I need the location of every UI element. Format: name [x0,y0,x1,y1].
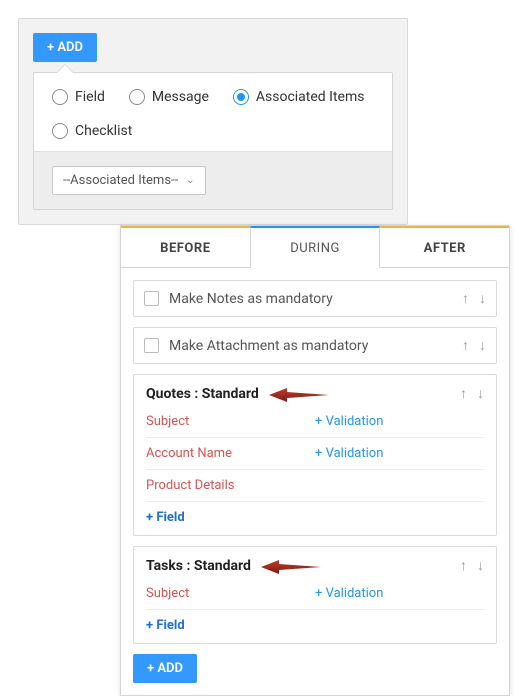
field-label: Subject [146,414,315,429]
notes-mandatory-row: Make Notes as mandatory ↑ ↓ [133,280,497,317]
add-popover-panel: + ADD Field Message Associated Items Che… [18,18,408,225]
radio-checklist[interactable]: Checklist [52,123,132,139]
move-down-icon[interactable]: ↓ [477,557,484,574]
stage-body: Make Notes as mandatory ↑ ↓ Make Attachm… [121,268,509,695]
add-validation-link[interactable]: + Validation [315,586,383,601]
type-radio-group: Field Message Associated Items Checklist [34,73,392,151]
move-down-icon[interactable]: ↓ [479,337,486,354]
move-up-icon[interactable]: ↑ [462,290,469,307]
field-row: Subject + Validation [146,578,484,610]
radio-icon [233,89,249,105]
add-validation-link[interactable]: + Validation [315,414,383,429]
group-tasks: Tasks : Standard ↑ ↓ Subject + Validatio… [133,546,497,644]
add-button-bottom[interactable]: + ADD [133,654,197,683]
move-down-icon[interactable]: ↓ [477,385,484,402]
annotation-arrow-icon [269,387,329,401]
checkbox-attachment[interactable] [144,338,159,353]
move-up-icon[interactable]: ↑ [460,557,467,574]
add-button-top[interactable]: + ADD [33,33,97,62]
radio-label: Field [75,89,105,105]
move-up-icon[interactable]: ↑ [462,337,469,354]
move-down-icon[interactable]: ↓ [479,290,486,307]
tab-after[interactable]: AFTER [380,226,509,268]
checkbox-notes[interactable] [144,291,159,306]
field-label: Product Details [146,478,315,493]
add-popover: Field Message Associated Items Checklist… [33,72,393,210]
field-row: Product Details [146,470,484,502]
radio-icon [129,89,145,105]
radio-label: Checklist [75,123,132,139]
tab-before[interactable]: BEFORE [121,226,250,268]
annotation-arrow-icon [261,559,321,573]
add-field-link[interactable]: + Field [146,610,484,635]
field-row: Subject + Validation [146,406,484,438]
group-title-row: Tasks : Standard ↑ ↓ [146,557,484,574]
stage-tabs: BEFORE DURING AFTER [121,226,509,268]
attachment-mandatory-row: Make Attachment as mandatory ↑ ↓ [133,327,497,364]
select-row: --Associated Items-- ⌄ [34,151,392,209]
field-row: Account Name + Validation [146,438,484,470]
radio-field[interactable]: Field [52,89,105,105]
group-title-row: Quotes : Standard ↑ ↓ [146,385,484,402]
group-title: Quotes : Standard [146,386,259,402]
add-field-link[interactable]: + Field [146,502,484,527]
radio-label: Message [152,89,209,105]
chevron-down-icon: ⌄ [186,175,194,186]
checkbox-label: Make Attachment as mandatory [169,338,368,354]
tab-during[interactable]: DURING [250,226,381,268]
radio-message[interactable]: Message [129,89,209,105]
radio-label: Associated Items [256,89,365,105]
stage-panel: BEFORE DURING AFTER Make Notes as mandat… [120,225,510,696]
radio-icon [52,89,68,105]
field-label: Account Name [146,446,315,461]
move-up-icon[interactable]: ↑ [460,385,467,402]
add-validation-link[interactable]: + Validation [315,446,383,461]
field-label: Subject [146,586,315,601]
associated-items-select[interactable]: --Associated Items-- ⌄ [52,166,206,195]
radio-icon [52,123,68,139]
select-value: --Associated Items-- [63,173,178,188]
radio-associated-items[interactable]: Associated Items [233,89,365,105]
group-quotes: Quotes : Standard ↑ ↓ Subject + Validati… [133,374,497,536]
checkbox-label: Make Notes as mandatory [169,291,333,307]
group-title: Tasks : Standard [146,558,251,574]
